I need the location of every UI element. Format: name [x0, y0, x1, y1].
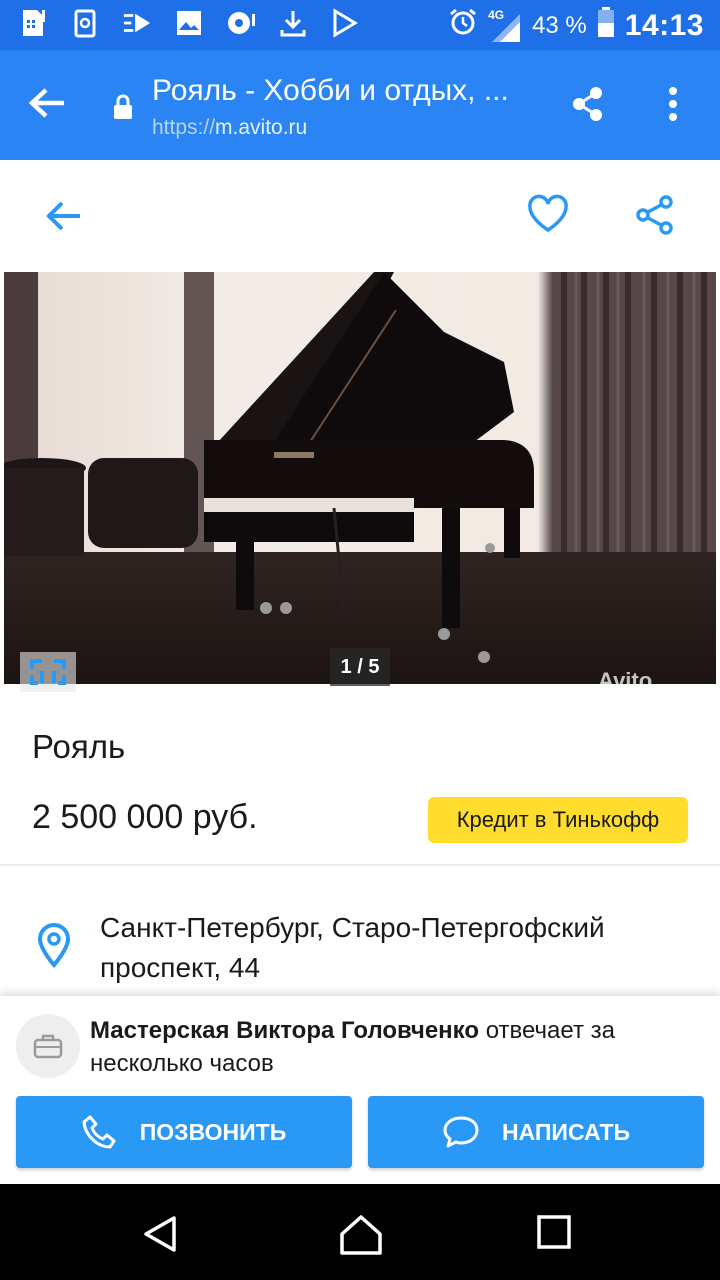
- fullscreen-icon[interactable]: [20, 652, 76, 692]
- nav-back-icon[interactable]: [140, 1214, 180, 1259]
- sim-icon: [18, 8, 48, 38]
- battery-icon: [597, 6, 615, 45]
- signal-icon: 4G: [488, 8, 522, 44]
- play-store-icon: [330, 8, 360, 38]
- cast-icon: [122, 8, 152, 38]
- listing-photo[interactable]: [4, 272, 716, 684]
- location-pin-icon: [36, 922, 72, 973]
- nav-home-icon[interactable]: [338, 1214, 384, 1261]
- lock-icon: [112, 94, 134, 125]
- alarm-icon: [448, 7, 478, 44]
- clipboard-icon: [70, 8, 100, 38]
- phone-icon: [82, 1115, 116, 1149]
- call-button[interactable]: ПОЗВОНИТЬ: [16, 1096, 352, 1168]
- avito-watermark: Avito: [598, 668, 653, 693]
- seller-avatar[interactable]: [16, 1014, 80, 1078]
- page-title[interactable]: Рояль - Хобби и отдых, ...: [152, 74, 542, 108]
- seller-info: Мастерская Виктора Головченко отвечает з…: [90, 1014, 710, 1080]
- url-text[interactable]: https://m.avito.ru: [152, 116, 307, 140]
- favorite-icon[interactable]: [526, 194, 570, 239]
- url-protocol: https://: [152, 116, 216, 139]
- browser-toolbar: Рояль - Хобби и отдых, ... https://m.avi…: [0, 50, 720, 160]
- divider: [0, 864, 720, 866]
- status-bar: 4G 43 % 14:13: [0, 0, 720, 50]
- listing-address[interactable]: Санкт-Петербург, Старо-Петергофский прос…: [100, 908, 700, 988]
- photo-counter: 1 / 5: [330, 648, 390, 686]
- contact-panel: Мастерская Виктора Головченко отвечает з…: [0, 996, 720, 1184]
- share-icon[interactable]: [634, 194, 676, 241]
- listing-title: Рояль: [32, 728, 126, 765]
- system-navigation-bar: [0, 1184, 720, 1280]
- message-button[interactable]: НАПИСАТЬ: [368, 1096, 704, 1168]
- browser-share-icon[interactable]: [570, 86, 606, 127]
- browser-back-icon[interactable]: [26, 82, 68, 129]
- back-icon[interactable]: [44, 198, 84, 239]
- listing-header: [0, 160, 720, 272]
- url-domain: m.avito.ru: [215, 116, 308, 139]
- briefcase-icon: [33, 1034, 63, 1059]
- nav-recents-icon[interactable]: [536, 1214, 572, 1255]
- browser-menu-icon[interactable]: [666, 86, 680, 127]
- record-icon: [226, 8, 256, 38]
- credit-button[interactable]: Кредит в Тинькофф: [428, 797, 688, 843]
- call-button-label: ПОЗВОНИТЬ: [139, 1118, 287, 1145]
- listing-price: 2 500 000 руб.: [32, 798, 258, 836]
- clock: 14:13: [624, 8, 704, 42]
- gallery-icon: [174, 8, 204, 38]
- chat-bubble-icon: [443, 1116, 479, 1148]
- download-icon: [278, 8, 308, 38]
- piano-photo: [4, 272, 716, 684]
- battery-percent: 43 %: [532, 11, 587, 39]
- seller-name[interactable]: Мастерская Виктора Головченко: [90, 1017, 479, 1044]
- message-button-label: НАПИСАТЬ: [501, 1118, 631, 1145]
